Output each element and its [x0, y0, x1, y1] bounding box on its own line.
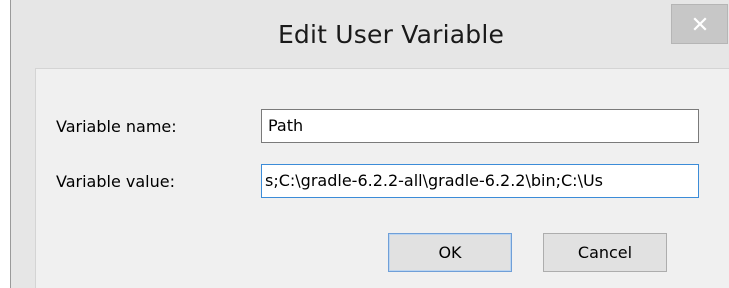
variable-name-input[interactable]: Path [261, 109, 699, 143]
variable-value-input[interactable]: s;C:\gradle-6.2.2-all\gradle-6.2.2\bin;C… [261, 164, 699, 198]
cancel-button[interactable]: Cancel [543, 233, 667, 272]
title-bar[interactable]: Edit User Variable [11, 0, 729, 68]
variable-value-label: Variable value: [56, 172, 175, 191]
ok-button[interactable]: OK [388, 233, 512, 272]
close-icon [692, 17, 707, 31]
close-button[interactable] [671, 4, 728, 44]
dialog-title: Edit User Variable [277, 20, 505, 49]
dialog-window: Edit User Variable Variable name: Path V… [0, 0, 729, 288]
dialog-body: Variable name: Path Variable value: s;C:… [35, 68, 729, 288]
variable-name-label: Variable name: [56, 117, 177, 136]
background-edge [0, 0, 10, 288]
